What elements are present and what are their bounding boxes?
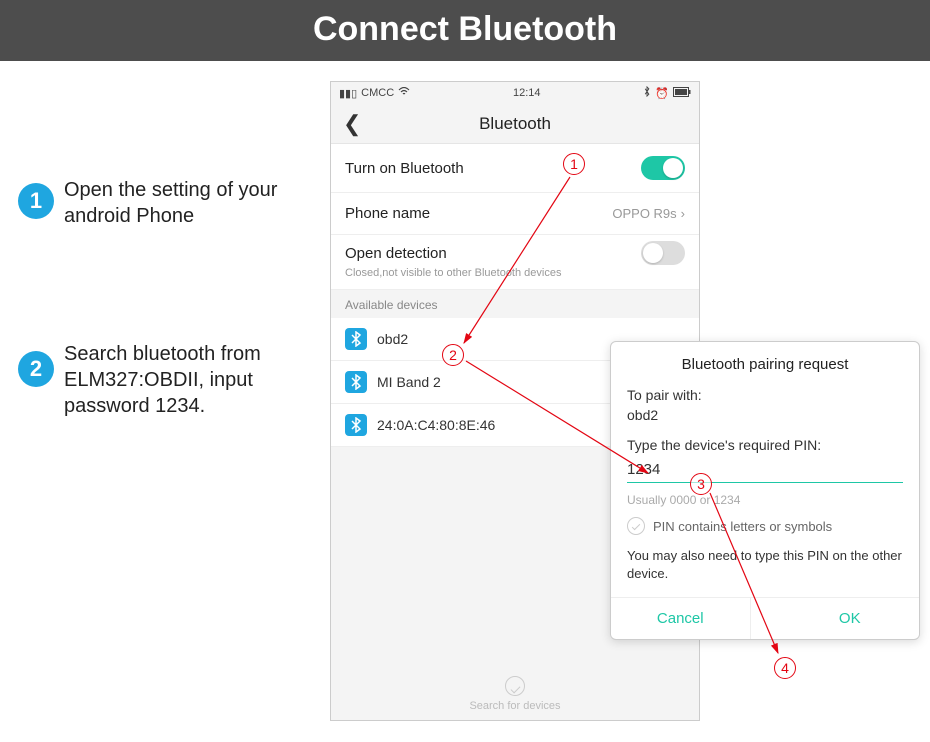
content-area: 1 Open the setting of your android Phone… [0,61,930,742]
cancel-button[interactable]: Cancel [611,598,750,639]
row-phone-name[interactable]: Phone name OPPO R9s › [331,193,699,235]
nav-title: Bluetooth [479,114,551,134]
page-title: Connect Bluetooth [0,0,930,61]
pairing-dialog: Bluetooth pairing request To pair with: … [610,341,920,640]
marker-4: 4 [774,657,796,679]
row-turn-on-bluetooth[interactable]: Turn on Bluetooth [331,144,699,193]
status-bar: ▮▮▯ CMCC 12:14 ⏰ [331,82,699,104]
phone-name-value: OPPO R9s › [612,206,685,221]
step-badge-2: 2 [18,351,54,387]
available-devices-header: Available devices [331,290,699,318]
chevron-right-icon: › [681,206,685,221]
bluetooth-status-icon [643,86,651,100]
row-open-detection[interactable]: Open detection Closed,not visible to oth… [331,235,699,290]
bluetooth-icon [345,371,367,393]
marker-3: 3 [690,473,712,495]
search-devices-footer[interactable]: Search for devices [331,676,699,712]
open-detection-label: Open detection [345,245,447,262]
turn-on-label: Turn on Bluetooth [345,160,464,177]
refresh-icon [505,676,525,696]
bluetooth-icon [345,328,367,350]
dialog-title: Bluetooth pairing request [627,356,903,373]
device-name: 24:0A:C4:80:8E:46 [377,417,495,433]
ok-button[interactable]: OK [750,598,920,639]
bluetooth-icon [345,414,367,436]
to-pair-label: To pair with: [627,387,903,403]
device-name: obd2 [377,331,408,347]
dialog-note: You may also need to type this PIN on th… [627,547,903,583]
clock-label: 12:14 [513,87,541,99]
bluetooth-toggle[interactable] [641,156,685,180]
pin-letters-checkbox-row[interactable]: PIN contains letters or symbols [627,517,903,535]
open-detection-sublabel: Closed,not visible to other Bluetooth de… [345,267,685,279]
pin-prompt-label: Type the device's required PIN: [627,437,903,453]
device-name: MI Band 2 [377,374,441,390]
carrier-label: CMCC [361,87,394,99]
phone-name-label: Phone name [345,205,430,222]
step-text-2: Search bluetooth from ELM327:OBDII, inpu… [64,341,314,419]
signal-icon: ▮▮▯ [339,87,357,100]
checkbox-icon [627,517,645,535]
battery-icon [673,87,691,100]
nav-bar: ❮ Bluetooth [331,104,699,144]
marker-2: 2 [442,344,464,366]
alarm-icon: ⏰ [655,87,669,100]
marker-1: 1 [563,153,585,175]
dialog-buttons: Cancel OK [611,597,919,639]
wifi-icon [398,87,410,100]
step-badge-1: 1 [18,183,54,219]
pin-hint: Usually 0000 or 1234 [627,493,903,507]
step-text-1: Open the setting of your android Phone [64,177,304,229]
checkbox-label: PIN contains letters or symbols [653,519,832,534]
open-detection-toggle[interactable] [641,241,685,265]
pin-input[interactable]: 1234 [627,457,903,483]
back-icon[interactable]: ❮ [343,111,361,137]
pair-device-name: obd2 [627,407,903,423]
